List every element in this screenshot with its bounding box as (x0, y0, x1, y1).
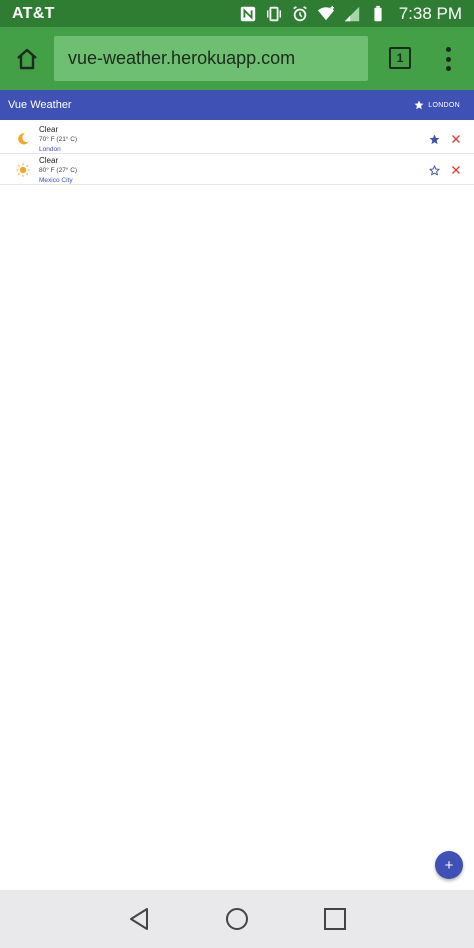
recents-button[interactable] (322, 906, 348, 932)
recents-square-icon (324, 908, 346, 930)
wifi-icon (317, 5, 334, 20)
list-item[interactable]: Clear 70° F (21° C) London (0, 123, 474, 154)
home-icon (17, 48, 37, 69)
url-text: vue-weather.herokuapp.com (68, 48, 296, 68)
menu-dot (445, 56, 451, 62)
status-bar: AT&T 7:38 PM (0, 0, 474, 27)
weather-item-text: Clear 70° F (21° C) London (39, 125, 77, 155)
menu-dot (445, 47, 451, 52)
alarm-icon (292, 5, 307, 21)
add-icon: + (444, 856, 454, 874)
weather-temperature: 80° F (27° C) (39, 167, 78, 174)
weather-condition: Clear (39, 156, 59, 165)
status-icons: 7:38 PM (239, 4, 462, 24)
carrier-label: AT&T (12, 4, 55, 22)
home-circle-icon (226, 908, 248, 930)
sun-icon (16, 163, 30, 177)
weather-list: Clear 70° F (21° C) London Clear 80° F (… (0, 123, 474, 185)
weather-condition: Clear (39, 125, 59, 134)
close-icon[interactable] (451, 165, 461, 175)
app-header: Vue Weather LONDON (0, 90, 474, 120)
menu-dot (445, 66, 451, 71)
nfc-icon (240, 6, 255, 21)
tab-count: 1 (396, 51, 404, 65)
back-triangle-icon (130, 908, 148, 930)
navigation-bar (0, 890, 474, 948)
add-city-button[interactable]: + (435, 851, 463, 879)
weather-city[interactable]: Mexico City (39, 176, 77, 186)
overflow-menu-button[interactable] (436, 45, 460, 73)
weather-item-text: Clear 80° F (27° C) Mexico City (39, 156, 77, 186)
star-outline-icon[interactable] (429, 165, 440, 176)
list-item[interactable]: Clear 80° F (27° C) Mexico City (0, 154, 474, 185)
back-button[interactable] (126, 906, 152, 932)
browser-toolbar: vue-weather.herokuapp.com 1 (0, 27, 474, 90)
star-filled-icon[interactable] (429, 134, 440, 145)
favorite-city-button[interactable]: LONDON (414, 100, 466, 110)
tab-switcher-button[interactable]: 1 (389, 47, 411, 69)
home-nav-button[interactable] (224, 906, 250, 932)
vibrate-icon (266, 6, 281, 21)
weather-temperature: 70° F (21° C) (39, 136, 78, 143)
signal-icon (344, 6, 359, 21)
app-title: Vue Weather (8, 99, 72, 111)
star-filled-icon (414, 100, 424, 110)
close-icon[interactable] (451, 134, 461, 144)
favorite-city-label: LONDON (428, 101, 460, 109)
battery-icon (374, 5, 382, 21)
clock-time: 7:38 PM (398, 3, 462, 23)
home-button[interactable] (0, 27, 54, 90)
url-bar[interactable]: vue-weather.herokuapp.com (54, 36, 368, 81)
moon-icon (18, 133, 29, 145)
